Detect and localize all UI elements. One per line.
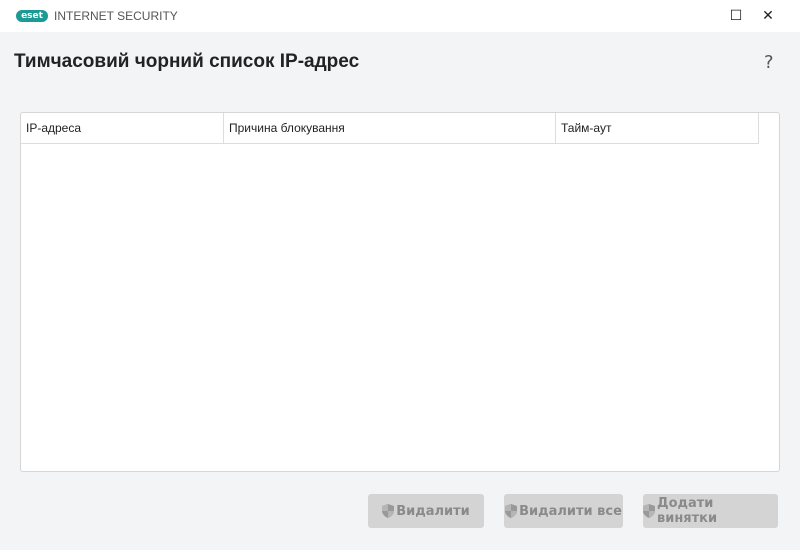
- page-title: Тимчасовий чорний список IP-адрес: [14, 51, 360, 72]
- shield-icon: [505, 504, 518, 518]
- add-exclusion-button[interactable]: Додати винятки: [643, 494, 778, 528]
- remove-all-button[interactable]: Видалити все: [504, 494, 623, 528]
- remove-all-label: Видалити все: [519, 503, 622, 519]
- table-header: IP-адреса Причина блокування Тайм-аут: [21, 113, 759, 144]
- shield-icon: [643, 504, 655, 518]
- remove-button[interactable]: Видалити: [368, 494, 484, 528]
- remove-label: Видалити: [396, 503, 470, 519]
- maximize-button[interactable]: ☐: [726, 6, 746, 26]
- product-name: INTERNET SECURITY: [54, 9, 178, 23]
- close-button[interactable]: ✕: [758, 6, 778, 26]
- shield-icon: [382, 504, 395, 518]
- help-icon[interactable]: ?: [764, 52, 774, 73]
- column-timeout[interactable]: Тайм-аут: [556, 113, 759, 144]
- add-exclusion-label: Додати винятки: [656, 496, 718, 526]
- title-bar: eset INTERNET SECURITY ☐ ✕: [0, 0, 800, 32]
- column-ip-address[interactable]: IP-адреса: [21, 113, 224, 144]
- column-block-reason[interactable]: Причина блокування: [224, 113, 556, 144]
- blacklist-table: IP-адреса Причина блокування Тайм-аут: [20, 112, 780, 472]
- eset-logo: eset: [16, 10, 48, 22]
